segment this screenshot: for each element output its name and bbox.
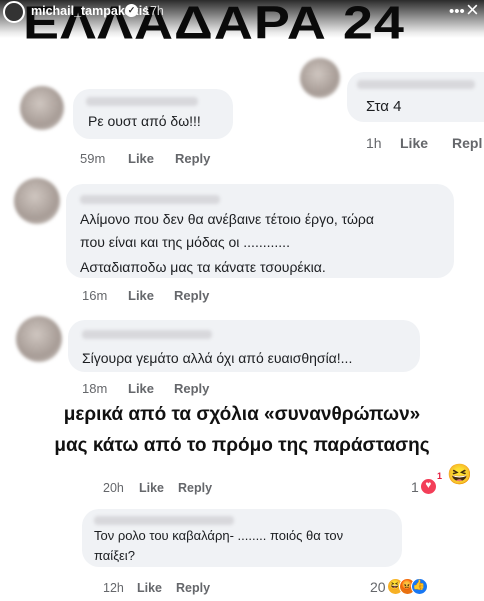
like-reaction-icon: 👍 bbox=[410, 578, 428, 595]
reply-button[interactable]: Reply bbox=[178, 481, 212, 495]
like-button[interactable]: Like bbox=[139, 481, 164, 495]
commenter-name bbox=[94, 516, 234, 525]
comment-text-line: παίξει? bbox=[94, 548, 135, 563]
comment-text: Σίγουρα γεμάτο αλλά όχι από ευαισθησία!.… bbox=[82, 350, 353, 366]
reaction-summary[interactable]: 20 😆 😡 👍 bbox=[370, 578, 428, 595]
reply-button[interactable]: Reply bbox=[175, 151, 210, 166]
reply-button[interactable]: Reply bbox=[174, 381, 209, 396]
like-button[interactable]: Like bbox=[137, 581, 162, 595]
like-button[interactable]: Like bbox=[128, 381, 154, 396]
commenter-name bbox=[82, 330, 212, 339]
close-icon[interactable]: × bbox=[466, 0, 479, 21]
reply-button[interactable]: Reply bbox=[176, 581, 210, 595]
comment-text-line: Τον ρολο του καβαλάρη- ........ ποιός θα… bbox=[94, 528, 344, 543]
heart-reaction-icon: ♥ bbox=[419, 478, 437, 495]
avatar bbox=[300, 58, 340, 98]
comment-text-line: που είναι και της μόδας οι ............ bbox=[80, 234, 290, 250]
story-time: 17h bbox=[143, 4, 164, 18]
verified-badge-icon: ✓ bbox=[125, 4, 138, 17]
like-button[interactable]: Like bbox=[128, 288, 154, 303]
comment-time: 18m bbox=[82, 381, 108, 396]
reaction-badge: 1 bbox=[437, 471, 443, 481]
avatar[interactable] bbox=[3, 1, 25, 23]
laughing-emoji-icon: 😆 bbox=[447, 464, 472, 486]
avatar bbox=[20, 86, 64, 130]
comment-time: 12h bbox=[103, 581, 124, 595]
reply-button[interactable]: Repl bbox=[452, 135, 482, 151]
commenter-name bbox=[86, 97, 198, 106]
avatar bbox=[14, 178, 60, 224]
commenter-name bbox=[80, 195, 220, 204]
reply-button[interactable]: Reply bbox=[174, 288, 209, 303]
commenter-name bbox=[357, 80, 475, 89]
avatar bbox=[16, 316, 62, 362]
comment-text: Ρε ουστ από δω!!! bbox=[88, 113, 201, 129]
like-button[interactable]: Like bbox=[400, 135, 428, 151]
comment-text: Στα 4 bbox=[366, 98, 402, 115]
reaction-summary[interactable]: 1 ♥ bbox=[411, 478, 437, 495]
comment-time: 20h bbox=[103, 481, 124, 495]
comment-text-line: Ασταδιαποδω μας τα κάνατε τσουρέκια. bbox=[80, 259, 326, 275]
reaction-count: 20 bbox=[370, 578, 386, 595]
story-header: ΕΛΛΑΔΑΡΑ 24 michail_tampakakis ✓ 17h •••… bbox=[0, 0, 484, 49]
like-button[interactable]: Like bbox=[128, 151, 154, 166]
caption-line: μας κάτω από το πρόμο της παράστασης bbox=[54, 435, 430, 456]
more-icon[interactable]: ••• bbox=[449, 3, 465, 20]
reaction-count: 1 bbox=[411, 478, 419, 495]
caption-line: μερικά από τα σχόλια «συνανθρώπων» bbox=[63, 404, 421, 425]
comment-time: 59m bbox=[80, 151, 106, 166]
comment-time: 16m bbox=[82, 288, 108, 303]
comment-time: 1h bbox=[366, 135, 382, 151]
comment-text-line: Αλίμονο που δεν θα ανέβαινε τέτοιο έργο,… bbox=[80, 211, 374, 227]
